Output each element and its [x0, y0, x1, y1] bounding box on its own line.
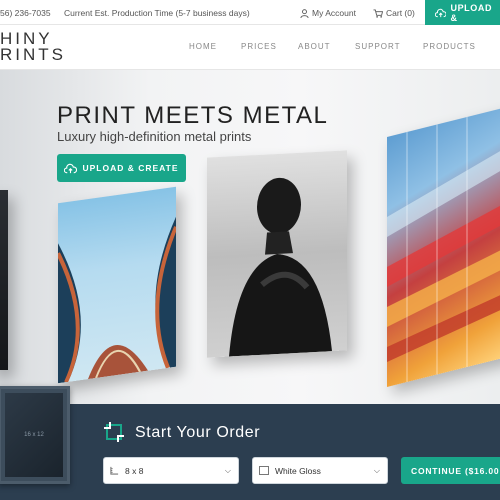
- cloud-upload-icon: [64, 163, 78, 173]
- my-account-link[interactable]: My Account: [300, 8, 356, 18]
- finish-select-value: White Gloss: [275, 465, 321, 476]
- logo-line2: RINTS: [0, 45, 66, 64]
- cart-link[interactable]: Cart (0): [373, 8, 415, 18]
- upload-create-button[interactable]: UPLOAD & CREATE: [57, 154, 186, 182]
- main-nav: HINY RINTS HOME PRICES ABOUT SUPPORT PRO…: [0, 25, 500, 70]
- my-account-label: My Account: [312, 8, 356, 18]
- order-title: Start Your Order: [135, 424, 261, 441]
- cart-icon: [373, 8, 383, 18]
- user-icon: [300, 8, 309, 18]
- thumbnail-size-label: 16 x 12: [5, 393, 63, 477]
- hero-banner: PRINT MEETS METAL Luxury high-definition…: [0, 70, 500, 404]
- hero-title: PRINT MEETS METAL: [57, 102, 329, 129]
- order-bar: [0, 404, 500, 500]
- building-illustration: [387, 116, 500, 383]
- crop-size-icon: [104, 422, 124, 442]
- chevron-down-icon: ⌵: [373, 466, 380, 475]
- nav-home[interactable]: HOME: [189, 42, 217, 51]
- print-image-dark: [0, 190, 8, 370]
- upload-button-label: UPLOAD &: [450, 2, 493, 23]
- top-bar: 56) 236-7035 Current Est. Production Tim…: [0, 0, 500, 25]
- cloud-upload-icon: [435, 8, 447, 17]
- finish-swatch-icon: [259, 466, 269, 475]
- print-image-metal-building: [387, 107, 500, 387]
- nav-prices[interactable]: PRICES: [241, 42, 277, 51]
- upload-button[interactable]: UPLOAD &: [425, 0, 500, 25]
- continue-button[interactable]: CONTINUE ($16.00: [401, 457, 500, 484]
- nav-about[interactable]: ABOUT: [298, 42, 331, 51]
- nav-products[interactable]: PRODUCTS: [423, 42, 476, 51]
- phone-number[interactable]: 56) 236-7035: [0, 8, 51, 18]
- print-image-architecture: [58, 186, 176, 384]
- portrait-illustration: [229, 177, 332, 357]
- size-select[interactable]: 8 x 8 ⌵: [103, 457, 239, 484]
- architecture-illustration: [58, 216, 176, 384]
- logo[interactable]: HINY RINTS: [0, 30, 66, 64]
- continue-button-label: CONTINUE ($16.00: [411, 465, 500, 476]
- production-time-text: Current Est. Production Time (5-7 busine…: [64, 8, 250, 18]
- nav-support[interactable]: SUPPORT: [355, 42, 401, 51]
- hero-subtitle: Luxury high-definition metal prints: [57, 129, 252, 144]
- upload-create-label: UPLOAD & CREATE: [82, 163, 179, 173]
- cart-label: Cart (0): [386, 8, 415, 18]
- finish-select[interactable]: White Gloss ⌵: [252, 457, 388, 484]
- print-image-portrait: [207, 150, 347, 358]
- chevron-down-icon: ⌵: [224, 466, 231, 475]
- print-preview-thumbnail: 16 x 12: [0, 386, 70, 484]
- size-select-value: 8 x 8: [125, 465, 144, 476]
- ruler-icon: [110, 466, 119, 475]
